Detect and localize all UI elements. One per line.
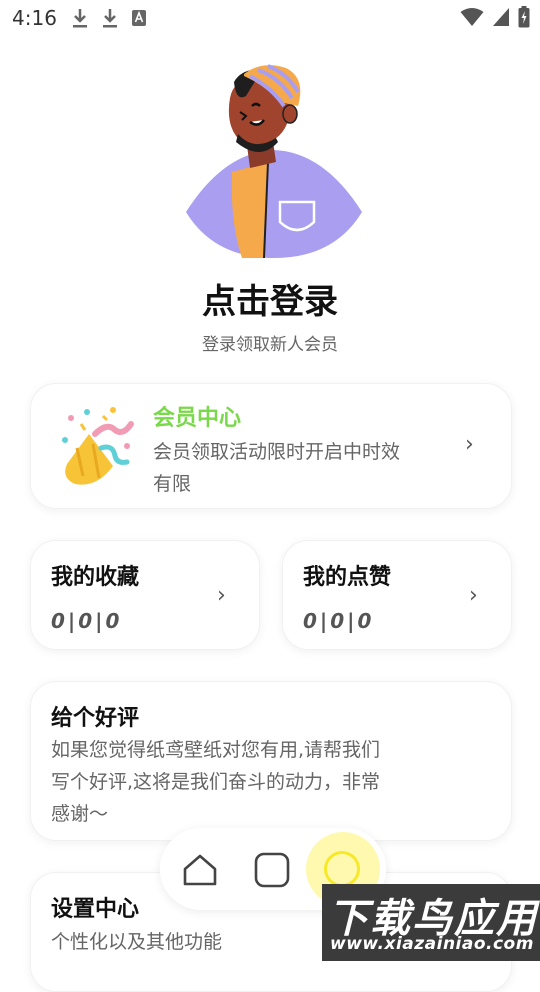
wifi-icon	[460, 8, 484, 26]
rate-app-card[interactable]: 给个好评 如果您觉得纸鸢壁纸对您有用,请帮我们写个好评,这将是我们奋斗的动力，非…	[30, 681, 512, 841]
status-time: 4:16	[12, 6, 57, 30]
vip-description: 会员领取活动限时开启中时效有限	[153, 441, 401, 495]
home-icon	[183, 854, 217, 886]
download-icon	[72, 9, 87, 28]
favorites-count: 0|0|0	[51, 609, 123, 633]
signal-icon	[493, 8, 509, 26]
my-likes-card[interactable]: 我的点赞 0|0|0 ›	[282, 540, 512, 650]
settings-title: 设置中心	[51, 897, 140, 922]
font-icon	[131, 10, 146, 26]
home-button[interactable]	[170, 840, 230, 900]
rate-title: 给个好评	[51, 706, 140, 731]
login-button[interactable]: 点击登录	[0, 274, 540, 323]
likes-count: 0|0|0	[303, 609, 375, 633]
watermark-logo: 下载鸟应用 www.xiazainiao.com	[322, 884, 540, 961]
status-bar: 4:16	[0, 0, 540, 36]
party-popper-icon	[62, 407, 134, 485]
avatar[interactable]	[184, 62, 364, 259]
square-icon	[254, 852, 290, 888]
login-hint: 登录领取新人会员	[202, 335, 338, 355]
notification-icons	[71, 7, 147, 29]
likes-title: 我的点赞	[303, 565, 392, 590]
chevron-right-icon: ›	[465, 432, 474, 457]
avatar-illustration	[186, 64, 362, 259]
vip-title: 会员中心	[153, 406, 242, 431]
system-icons	[460, 6, 530, 28]
chevron-right-icon: ›	[469, 583, 478, 608]
vip-center-card[interactable]: 会员中心 会员领取活动限时开启中时效有限 ›	[30, 383, 512, 509]
settings-description: 个性化以及其他功能	[51, 931, 223, 953]
rate-description: 如果您觉得纸鸢壁纸对您有用,请帮我们写个好评,这将是我们奋斗的动力，非常感谢～	[51, 739, 381, 825]
battery-icon	[518, 6, 530, 28]
watermark-url: www.xiazainiao.com	[330, 934, 534, 954]
favorites-title: 我的收藏	[51, 565, 140, 590]
my-favorites-card[interactable]: 我的收藏 0|0|0 ›	[30, 540, 260, 650]
recents-button[interactable]	[242, 840, 302, 900]
download-icon	[102, 9, 117, 28]
chevron-right-icon: ›	[217, 583, 226, 608]
profile-tab-button[interactable]	[324, 851, 360, 887]
